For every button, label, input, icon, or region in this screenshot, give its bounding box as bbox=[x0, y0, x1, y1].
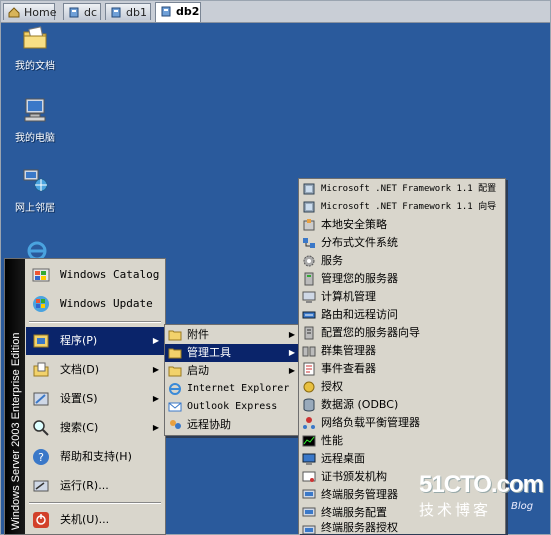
terminal-services-icon bbox=[302, 525, 316, 534]
admin-item-net-config[interactable]: Microsoft .NET Framework 1.1 配置 bbox=[299, 180, 505, 198]
admin-item-nlb-manager[interactable]: 网络负载平衡管理器 bbox=[299, 414, 505, 432]
internet-explorer-icon bbox=[169, 383, 181, 395]
certificate-icon bbox=[302, 471, 316, 482]
tab-db1[interactable]: db1 bbox=[105, 3, 151, 20]
net-framework-icon bbox=[303, 183, 315, 195]
server-icon bbox=[161, 6, 171, 17]
terminal-services-icon bbox=[302, 489, 316, 499]
network-icon bbox=[23, 169, 48, 192]
admin-item-services[interactable]: 服务 bbox=[299, 252, 505, 270]
programs-item-startup[interactable]: 启动 ▶ bbox=[165, 362, 299, 380]
folder-icon bbox=[168, 366, 182, 377]
admin-item-performance[interactable]: 性能 bbox=[299, 432, 505, 450]
programs-item-accessories[interactable]: 附件 ▶ bbox=[165, 326, 299, 344]
menu-separator bbox=[29, 321, 161, 323]
settings-icon bbox=[33, 392, 49, 406]
remote-desktop-icon bbox=[302, 453, 316, 465]
desktop-icon-network[interactable]: 网上邻居 bbox=[0, 166, 70, 214]
computer-icon bbox=[24, 98, 46, 122]
site-watermark: 51CTO.com 技术博客 Blog bbox=[419, 471, 544, 519]
start-item-windows-catalog[interactable]: Windows Catalog bbox=[26, 261, 165, 289]
server-icon bbox=[69, 7, 79, 18]
search-icon bbox=[33, 420, 49, 436]
admin-item-configure-server-wizard[interactable]: 配置您的服务器向导 bbox=[299, 324, 505, 342]
start-item-run[interactable]: 运行(R)... bbox=[26, 472, 165, 500]
programs-item-internet-explorer[interactable]: Internet Explorer bbox=[165, 380, 299, 398]
start-item-search[interactable]: 搜索(C) ▶ bbox=[26, 414, 165, 442]
submenu-arrow-icon: ▶ bbox=[152, 423, 159, 432]
admin-item-terminal-server-licensing[interactable]: 终端服务器授权 bbox=[299, 522, 505, 534]
programs-menu: 附件 ▶ 管理工具 ▶ 启动 ▶ Internet Explorer Outlo… bbox=[164, 324, 300, 436]
outlook-express-icon bbox=[168, 402, 182, 412]
submenu-arrow-icon: ▶ bbox=[152, 394, 159, 403]
internet-explorer-icon bbox=[27, 241, 47, 261]
folder-icon bbox=[168, 348, 182, 359]
programs-item-outlook-express[interactable]: Outlook Express bbox=[165, 398, 299, 416]
server-icon bbox=[111, 7, 121, 18]
admin-item-net-wizard[interactable]: Microsoft .NET Framework 1.1 向导 bbox=[299, 198, 505, 216]
desktop-icon-my-computer[interactable]: 我的电脑 bbox=[0, 96, 70, 144]
submenu-arrow-icon: ▶ bbox=[288, 330, 295, 339]
desktop-icon-my-documents[interactable]: 我的文档 bbox=[0, 24, 70, 72]
admin-item-licensing[interactable]: 授权 bbox=[299, 378, 505, 396]
admin-item-remote-desktops[interactable]: 远程桌面 bbox=[299, 450, 505, 468]
svg-text:?: ? bbox=[38, 451, 44, 464]
menu-separator bbox=[29, 502, 161, 504]
start-item-programs[interactable]: 程序(P) ▶ bbox=[26, 327, 165, 355]
event-viewer-icon bbox=[303, 362, 315, 376]
tab-dc[interactable]: dc bbox=[63, 3, 101, 20]
admin-item-local-security-policy[interactable]: 本地安全策略 bbox=[299, 216, 505, 234]
security-policy-icon bbox=[303, 219, 315, 231]
start-item-shutdown[interactable]: 关机(U)... bbox=[26, 506, 165, 534]
submenu-arrow-icon: ▶ bbox=[288, 366, 295, 375]
shutdown-icon bbox=[33, 512, 49, 528]
submenu-arrow-icon: ▶ bbox=[288, 348, 295, 357]
programs-icon bbox=[33, 334, 49, 348]
distributed-file-system-icon bbox=[303, 238, 315, 248]
services-gear-icon bbox=[303, 255, 315, 267]
start-item-help[interactable]: ? 帮助和支持(H) bbox=[26, 443, 165, 471]
manage-server-icon bbox=[304, 272, 314, 286]
admin-item-computer-management[interactable]: 计算机管理 bbox=[299, 288, 505, 306]
routing-icon bbox=[302, 311, 316, 319]
start-menu-banner: Windows Server 2003 Enterprise Edition bbox=[5, 259, 25, 534]
start-menu: Windows Server 2003 Enterprise Edition W… bbox=[4, 258, 166, 535]
cluster-icon bbox=[302, 346, 316, 357]
net-framework-icon bbox=[303, 201, 315, 213]
configure-server-icon bbox=[304, 326, 314, 340]
start-item-documents[interactable]: 文档(D) ▶ bbox=[26, 356, 165, 384]
help-icon: ? bbox=[33, 449, 49, 465]
performance-icon bbox=[302, 435, 316, 447]
load-balancing-icon bbox=[303, 417, 315, 429]
submenu-arrow-icon: ▶ bbox=[152, 365, 159, 374]
documents-icon bbox=[33, 362, 49, 377]
submenu-arrow-icon: ▶ bbox=[152, 336, 159, 345]
admin-item-dfs[interactable]: 分布式文件系统 bbox=[299, 234, 505, 252]
admin-item-routing-remote-access[interactable]: 路由和远程访问 bbox=[299, 306, 505, 324]
start-item-windows-update[interactable]: Windows Update bbox=[26, 290, 165, 318]
run-icon bbox=[33, 480, 49, 492]
tab-home[interactable]: Home bbox=[3, 3, 56, 20]
windows-catalog-icon bbox=[32, 268, 50, 282]
admin-item-manage-server[interactable]: 管理您的服务器 bbox=[299, 270, 505, 288]
licensing-icon bbox=[303, 381, 315, 393]
terminal-services-icon bbox=[302, 507, 316, 517]
home-icon bbox=[8, 7, 20, 18]
admin-item-odbc[interactable]: 数据源 (ODBC) bbox=[299, 396, 505, 414]
remote-assistance-icon bbox=[170, 420, 181, 429]
windows-update-icon bbox=[33, 296, 49, 312]
start-item-settings[interactable]: 设置(S) ▶ bbox=[26, 385, 165, 413]
tab-db2[interactable]: db2 bbox=[155, 2, 201, 22]
programs-item-admin-tools[interactable]: 管理工具 ▶ bbox=[165, 344, 299, 362]
session-tab-bar: Home dc db1 db2 bbox=[1, 1, 550, 23]
admin-item-event-viewer[interactable]: 事件查看器 bbox=[299, 360, 505, 378]
folder-documents-icon bbox=[23, 26, 47, 49]
admin-item-cluster-administrator[interactable]: 群集管理器 bbox=[299, 342, 505, 360]
data-source-icon bbox=[303, 398, 315, 412]
computer-management-icon bbox=[302, 291, 316, 303]
folder-icon bbox=[168, 330, 182, 341]
programs-item-remote-assistance[interactable]: 远程协助 bbox=[165, 416, 299, 434]
